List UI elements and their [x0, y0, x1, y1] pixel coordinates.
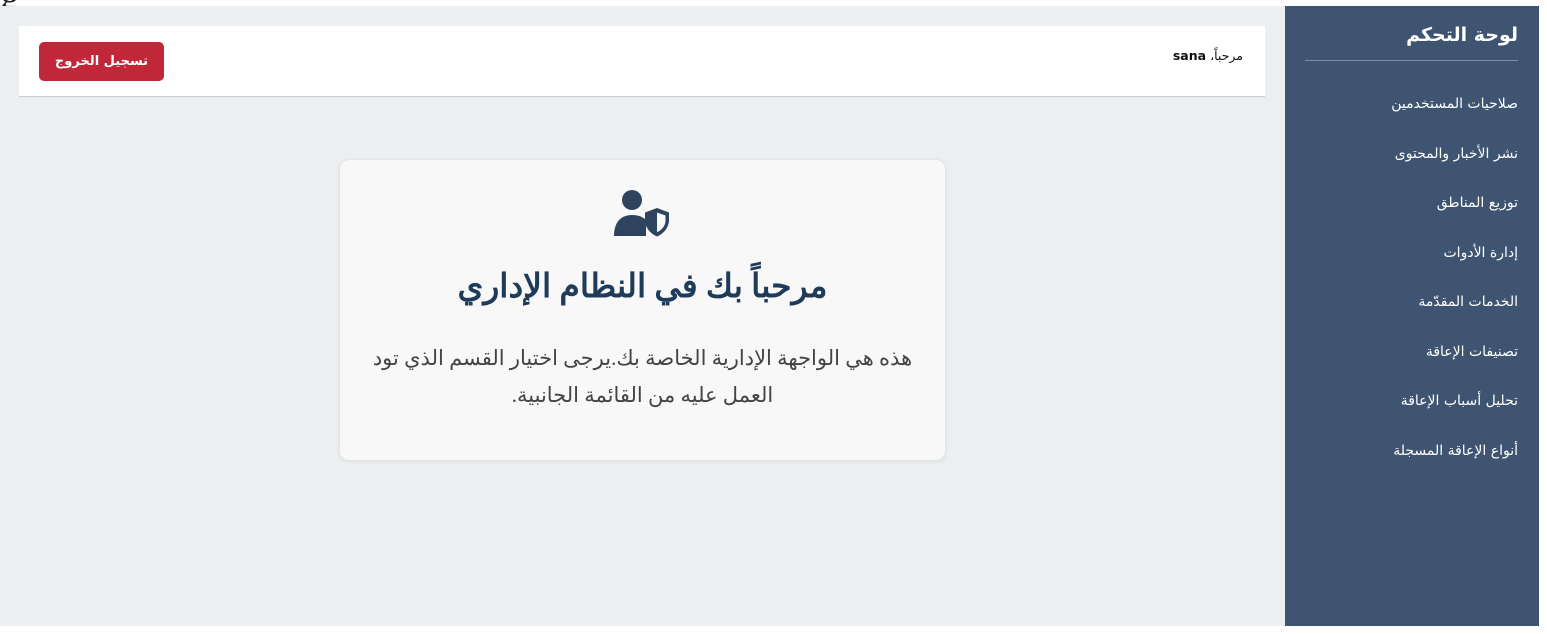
user-greeting: مرحباً، sana [1173, 48, 1243, 63]
welcome-text: هذه هي الواجهة الإدارية الخاصة بك.يرجى ا… [372, 346, 913, 407]
logout-button[interactable]: تسجيل الخروج [39, 42, 164, 81]
welcome-title: مرحباً بك في النظام الإداري [457, 269, 828, 305]
sidebar-item-disability-causes[interactable]: تحليل أسباب الإعاقة [1285, 383, 1518, 433]
top-header: تسجيل الخروج مرحباً، sana [19, 26, 1265, 97]
app-window: g تسجيل الخروج مرحباً، sana مرحباً بك في… [0, 0, 1547, 634]
welcome-card: مرحباً بك في النظام الإداري هذه هي الواج… [339, 159, 946, 461]
sidebar: لوحة التحكم صلاحيات المستخدمين نشر الأخب… [1285, 6, 1539, 626]
sidebar-menu: صلاحيات المستخدمين نشر الأخبار والمحتوى … [1285, 86, 1518, 482]
sidebar-item-user-permissions[interactable]: صلاحيات المستخدمين [1285, 86, 1518, 136]
window-edge [1539, 0, 1547, 634]
sidebar-item-tools[interactable]: إدارة الأدوات [1285, 235, 1519, 285]
sidebar-title: لوحة التحكم [1406, 24, 1518, 46]
sidebar-item-disability-categories[interactable]: تصنيفات الإعاقة [1285, 334, 1518, 384]
main-content: تسجيل الخروج مرحباً، sana مرحباً بك في ا… [0, 6, 1285, 626]
sidebar-divider [1305, 60, 1518, 61]
greeting-prefix: مرحباً، [1210, 48, 1243, 63]
sidebar-item-disability-types[interactable]: أنواع الإعاقة المسجلة [1285, 433, 1518, 483]
sidebar-item-regions[interactable]: توزيع المناطق [1285, 185, 1518, 235]
username: sana [1172, 48, 1207, 63]
sidebar-item-services[interactable]: الخدمات المقدّمة [1285, 284, 1518, 334]
sidebar-item-news-content[interactable]: نشر الأخبار والمحتوى [1285, 136, 1518, 186]
user-shield-icon [612, 188, 672, 238]
